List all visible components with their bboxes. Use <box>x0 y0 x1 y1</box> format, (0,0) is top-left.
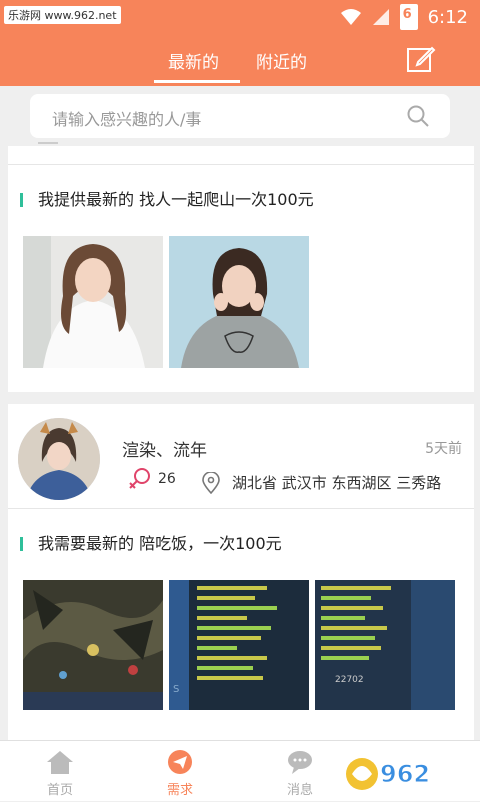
nav-messages[interactable]: 消息 <box>260 741 340 801</box>
signal-icon <box>372 9 389 25</box>
nav-home-label: 首页 <box>46 783 73 798</box>
user-name[interactable]: 渲染、流年 <box>122 436 207 461</box>
post-card[interactable]: 我提供最新的 找人一起爬山一次100元 <box>8 142 474 392</box>
battery-icon: 6 <box>399 4 418 30</box>
avatar[interactable] <box>18 418 100 500</box>
search-input[interactable]: 请输入感兴趣的人/事 <box>30 94 450 138</box>
location-text: 湖北省 武汉市 东西湖区 三秀路 <box>232 474 442 492</box>
watermark-logo-text: 乐游网 <box>430 778 466 793</box>
search-area: 请输入感兴趣的人/事 <box>0 86 480 146</box>
status-icons: 6 6:12 <box>340 4 468 30</box>
edit-icon[interactable] <box>406 44 436 74</box>
nav-demand[interactable]: 需求 <box>140 741 220 801</box>
watermark-top: 乐游网 www.962.net <box>4 6 121 24</box>
partial-stat <box>38 142 58 148</box>
search-placeholder: 请输入感兴趣的人/事 <box>52 110 202 129</box>
watermark-logo: 962 .NET 乐游网 <box>342 748 478 798</box>
nav-home[interactable]: 首页 <box>20 741 100 801</box>
location-pin-icon <box>202 472 220 494</box>
chat-bubble-icon <box>288 751 312 774</box>
home-icon <box>47 751 73 774</box>
post-title: 我提供最新的 找人一起爬山一次100元 <box>38 190 314 209</box>
post-time: 5天前 <box>425 441 462 457</box>
wifi-icon <box>340 9 361 25</box>
nav-messages-label: 消息 <box>286 783 313 798</box>
title-accent-bar <box>20 193 23 207</box>
watermark-logo-number: 962 <box>380 760 430 788</box>
post-photo[interactable] <box>23 580 163 710</box>
search-icon[interactable] <box>406 104 430 128</box>
post-photo[interactable]: 22702 <box>315 580 455 710</box>
tab-nearby[interactable]: 附近的 <box>256 48 307 73</box>
tab-active-indicator <box>154 80 240 83</box>
divider <box>8 164 474 165</box>
battery-level: 6 <box>402 7 412 22</box>
status-time: 6:12 <box>427 6 468 28</box>
post-card[interactable]: 渲染、流年 5天前 26 湖北省 武汉市 东西湖区 三秀路 我需要最新的 陪吃饭… <box>8 404 474 744</box>
post-photo[interactable] <box>169 236 309 368</box>
female-icon <box>129 468 150 489</box>
post-title: 我需要最新的 陪吃饭，一次100元 <box>38 534 282 553</box>
tab-latest[interactable]: 最新的 <box>168 48 219 73</box>
header: 最新的 附近的 <box>0 34 480 86</box>
post-photo[interactable]: S <box>169 580 309 710</box>
like-count: 26 <box>158 471 176 487</box>
nav-demand-label: 需求 <box>166 783 193 798</box>
status-bar: 乐游网 www.962.net 6 6:12 <box>0 0 480 34</box>
paper-plane-icon <box>168 750 192 774</box>
watermark-logo-suffix: .NET <box>430 763 462 777</box>
divider <box>8 508 474 509</box>
game-text: 22702 <box>335 675 364 685</box>
title-accent-bar <box>20 537 23 551</box>
post-photo[interactable] <box>23 236 163 368</box>
game-text: S <box>173 684 179 695</box>
